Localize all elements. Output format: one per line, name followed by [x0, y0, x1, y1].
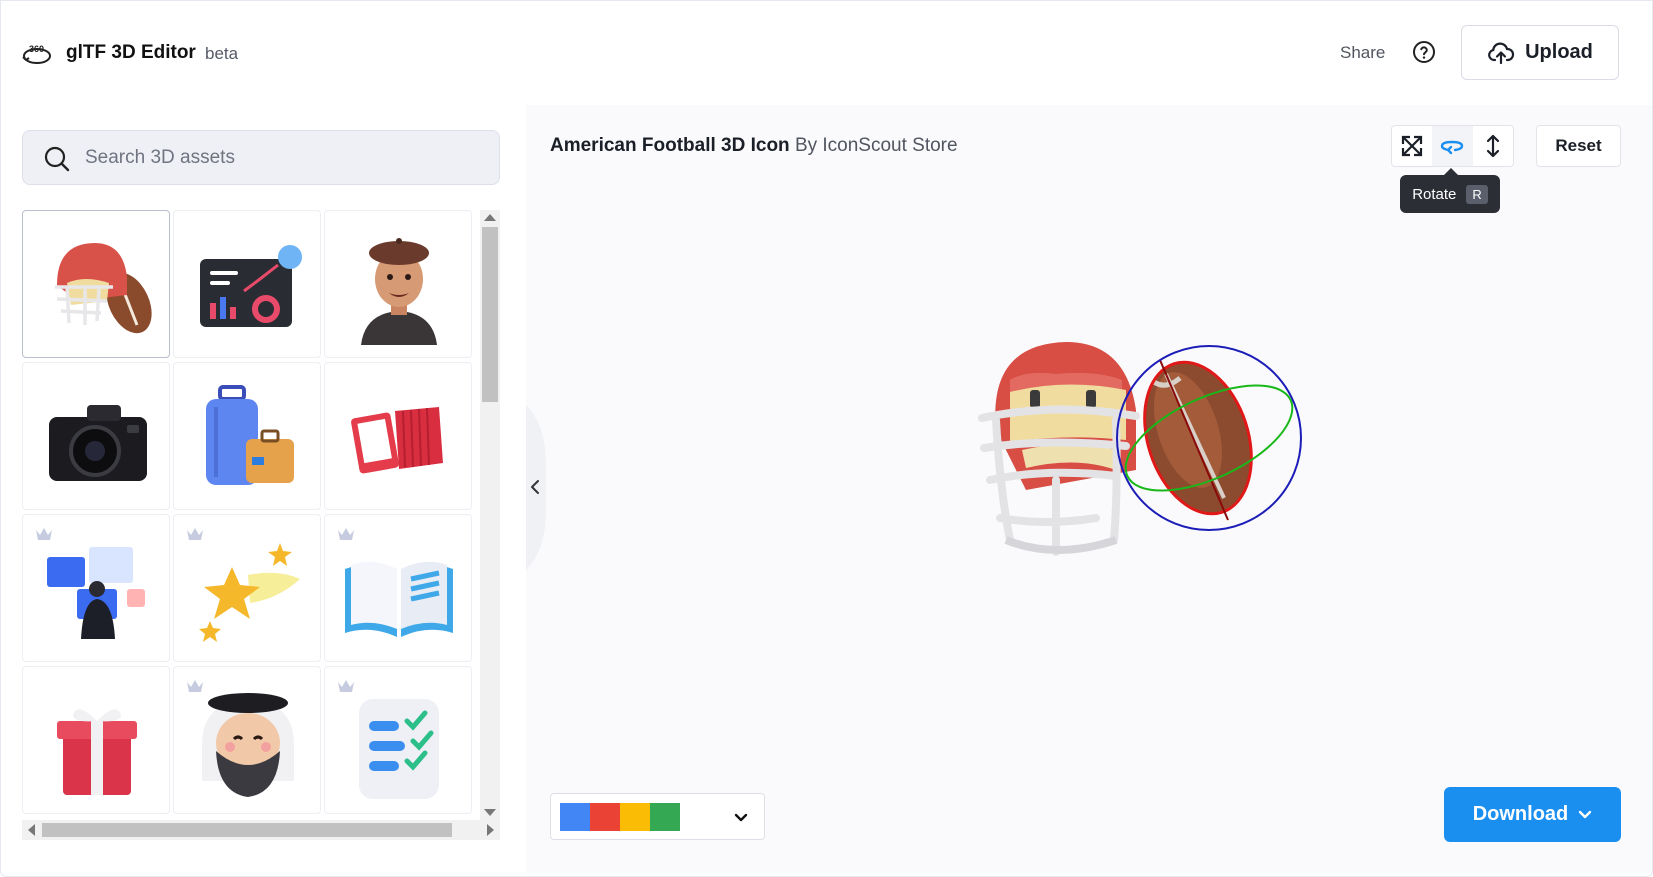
football-helmet-thumbnail [55, 243, 152, 334]
shortcut-key: R [1466, 184, 1488, 204]
asset-name: American Football 3D Icon [550, 135, 790, 156]
app-title: glTF 3D Editor [66, 42, 196, 63]
asset-tile-analytics-dashboard[interactable] [173, 210, 321, 358]
color-swatch-yellow [620, 803, 650, 831]
search-input[interactable] [85, 131, 485, 184]
camera-thumbnail [49, 405, 147, 481]
scroll-left-icon[interactable] [28, 824, 35, 836]
cloud-upload-icon [1488, 42, 1515, 64]
question-circle-icon[interactable] [1412, 40, 1436, 64]
asset-grid [22, 210, 480, 820]
asset-tile-shooting-stars[interactable] [173, 514, 321, 662]
asset-tile-man-avatar-beret[interactable] [324, 210, 472, 358]
asset-tile-businessman-screens[interactable] [22, 514, 170, 662]
3d-model-canvas[interactable] [966, 330, 1306, 570]
transform-toolbar [1391, 125, 1514, 167]
asset-grid-vertical-scrollbar[interactable] [480, 210, 500, 820]
asset-sidebar [0, 105, 526, 877]
man-avatar-beret-thumbnail [361, 238, 437, 345]
scrollbar-thumb[interactable] [482, 227, 498, 402]
asset-tile-football-helmet[interactable] [22, 210, 170, 358]
expand-arrows-icon [1402, 135, 1423, 157]
asset-tile-gift-box[interactable] [22, 666, 170, 814]
header: 360 glTF 3D Editor beta Share Upload [0, 0, 1653, 105]
app-window: 360 glTF 3D Editor beta Share Upload Sea… [0, 0, 1653, 877]
model-viewer[interactable]: American Football 3D Icon By IconScout S… [526, 105, 1653, 873]
asset-title: American Football 3D Icon By IconScout S… [550, 135, 958, 157]
upload-button[interactable]: Upload [1461, 25, 1619, 80]
tooltip-label: Rotate [1412, 185, 1457, 203]
background-color-select[interactable] [550, 793, 765, 840]
open-book-thumbnail [345, 561, 453, 637]
svg-text:360: 360 [29, 44, 44, 54]
download-button[interactable]: Download [1444, 787, 1621, 842]
asset-tile-arab-man-avatar[interactable] [173, 666, 321, 814]
luggage-thumbnail [206, 385, 294, 485]
asset-tile-camera[interactable] [22, 362, 170, 510]
asset-grid-horizontal-scrollbar[interactable] [22, 820, 500, 840]
search-icon [44, 146, 70, 172]
color-swatch-red [590, 803, 620, 831]
asset-tile-accordion[interactable] [324, 362, 472, 510]
chevron-down-icon [734, 813, 748, 822]
asset-author: By IconScout Store [794, 135, 958, 156]
businessman-screens-thumbnail [47, 547, 145, 639]
scale-tool-button[interactable] [1392, 126, 1432, 166]
asset-tile-checklist[interactable] [324, 666, 472, 814]
scrollbar-thumb[interactable] [42, 823, 452, 837]
rotate-icon [1441, 140, 1464, 155]
accordion-thumbnail [351, 407, 443, 474]
gift-box-thumbnail [57, 709, 137, 795]
search-box[interactable] [22, 130, 500, 185]
share-button[interactable]: Share [1340, 43, 1385, 63]
shooting-stars-thumbnail [199, 543, 300, 642]
rotate-tool-button[interactable] [1432, 126, 1473, 166]
color-swatch-green [650, 803, 680, 831]
checklist-thumbnail [359, 699, 439, 799]
chevron-down-icon [1579, 810, 1592, 818]
move-tool-button[interactable] [1473, 126, 1513, 166]
asset-tile-open-book[interactable] [324, 514, 472, 662]
upload-label: Upload [1525, 41, 1593, 63]
scroll-up-icon[interactable] [484, 214, 496, 221]
download-label: Download [1472, 803, 1569, 825]
360-rotate-icon[interactable]: 360 [22, 40, 52, 66]
vertical-arrows-icon [1486, 134, 1499, 158]
reset-button[interactable]: Reset [1536, 125, 1621, 167]
asset-tile-luggage[interactable] [173, 362, 321, 510]
collapse-sidebar-button[interactable] [526, 405, 546, 570]
rotate-tooltip: Rotate R [1400, 168, 1500, 213]
beta-badge: beta [205, 44, 239, 63]
arab-man-avatar-thumbnail [202, 693, 294, 797]
color-swatch-blue [560, 803, 590, 831]
scroll-down-icon[interactable] [484, 809, 496, 816]
analytics-dashboard-thumbnail [200, 245, 302, 327]
scroll-right-icon[interactable] [487, 824, 494, 836]
color-swatches [560, 803, 680, 831]
